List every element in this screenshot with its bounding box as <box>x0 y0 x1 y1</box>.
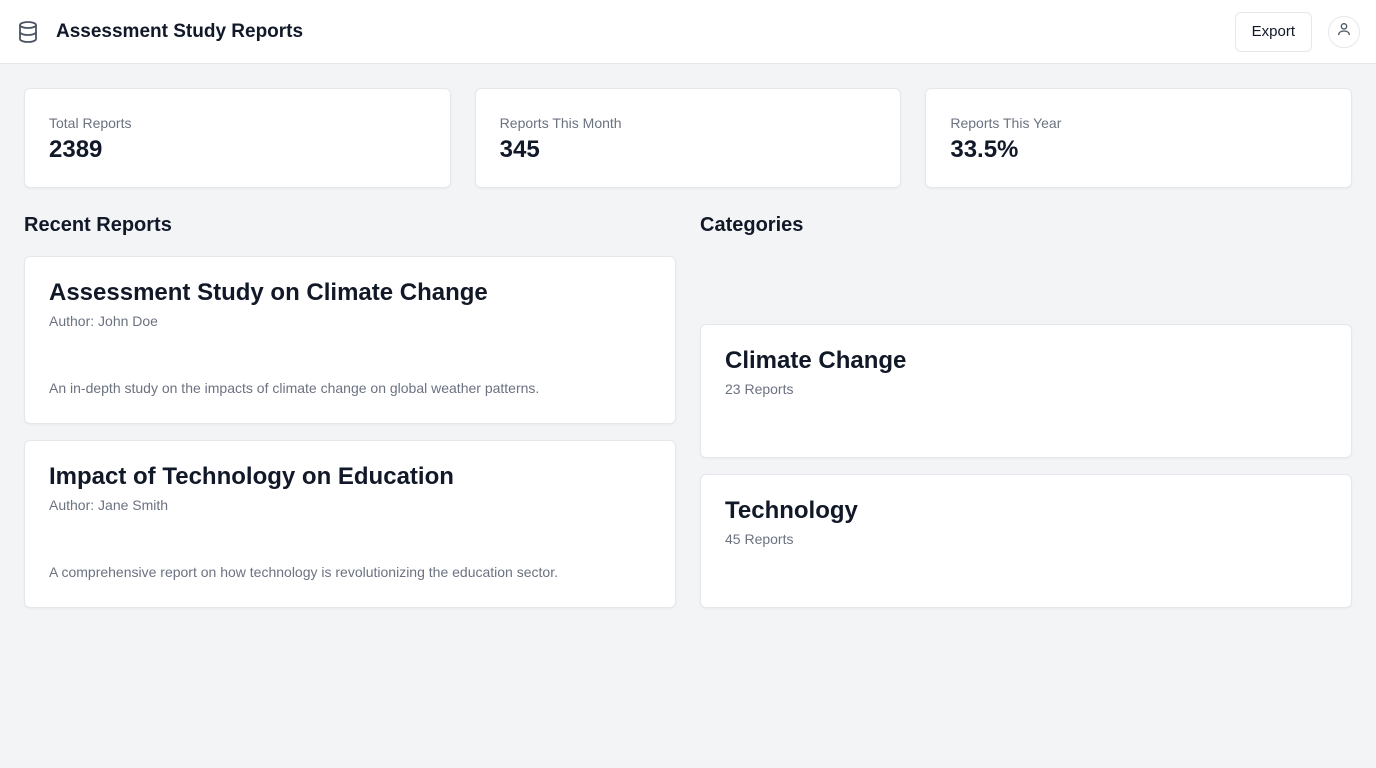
category-name: Climate Change <box>725 347 907 374</box>
report-author: Author: Jane Smith <box>49 497 169 513</box>
report-title: Impact of Technology on Education <box>49 463 454 490</box>
stat-card-total: Total Reports 2389 <box>24 88 451 188</box>
category-name: Technology <box>725 497 858 524</box>
stats-row: Total Reports 2389 Reports This Month 34… <box>24 88 1353 188</box>
user-menu-button[interactable] <box>1328 15 1360 48</box>
report-description: An in-depth study on the impacts of clim… <box>49 380 540 396</box>
report-author: Author: John Doe <box>49 313 158 329</box>
top-bar: Assessment Study Reports Export <box>0 0 1376 64</box>
recent-reports-heading: Recent Reports <box>24 214 172 236</box>
categories-heading: Categories <box>700 214 804 236</box>
stat-value: 2389 <box>49 136 103 163</box>
category-card[interactable]: Climate Change 23 Reports <box>700 324 1352 458</box>
category-count: 23 Reports <box>725 381 794 397</box>
stat-card-year: Reports This Year 33.5% <box>925 88 1353 188</box>
export-button[interactable]: Export <box>1234 11 1312 52</box>
stat-label: Total Reports <box>49 115 132 131</box>
stat-label: Reports This Month <box>499 115 622 131</box>
category-count: 45 Reports <box>725 531 794 547</box>
database-icon <box>16 20 40 44</box>
stat-value: 345 <box>499 136 540 163</box>
stat-value: 33.5% <box>950 136 1019 163</box>
report-title: Assessment Study on Climate Change <box>49 279 488 306</box>
stat-card-month: Reports This Month 345 <box>474 88 902 188</box>
report-card[interactable]: Assessment Study on Climate Change Autho… <box>24 256 676 424</box>
user-icon <box>1336 21 1352 42</box>
stat-label: Reports This Year <box>950 115 1062 131</box>
page-title: Assessment Study Reports <box>56 20 304 42</box>
report-card[interactable]: Impact of Technology on Education Author… <box>24 440 676 608</box>
category-card[interactable]: Technology 45 Reports <box>700 474 1352 608</box>
report-description: A comprehensive report on how technology… <box>49 564 558 580</box>
